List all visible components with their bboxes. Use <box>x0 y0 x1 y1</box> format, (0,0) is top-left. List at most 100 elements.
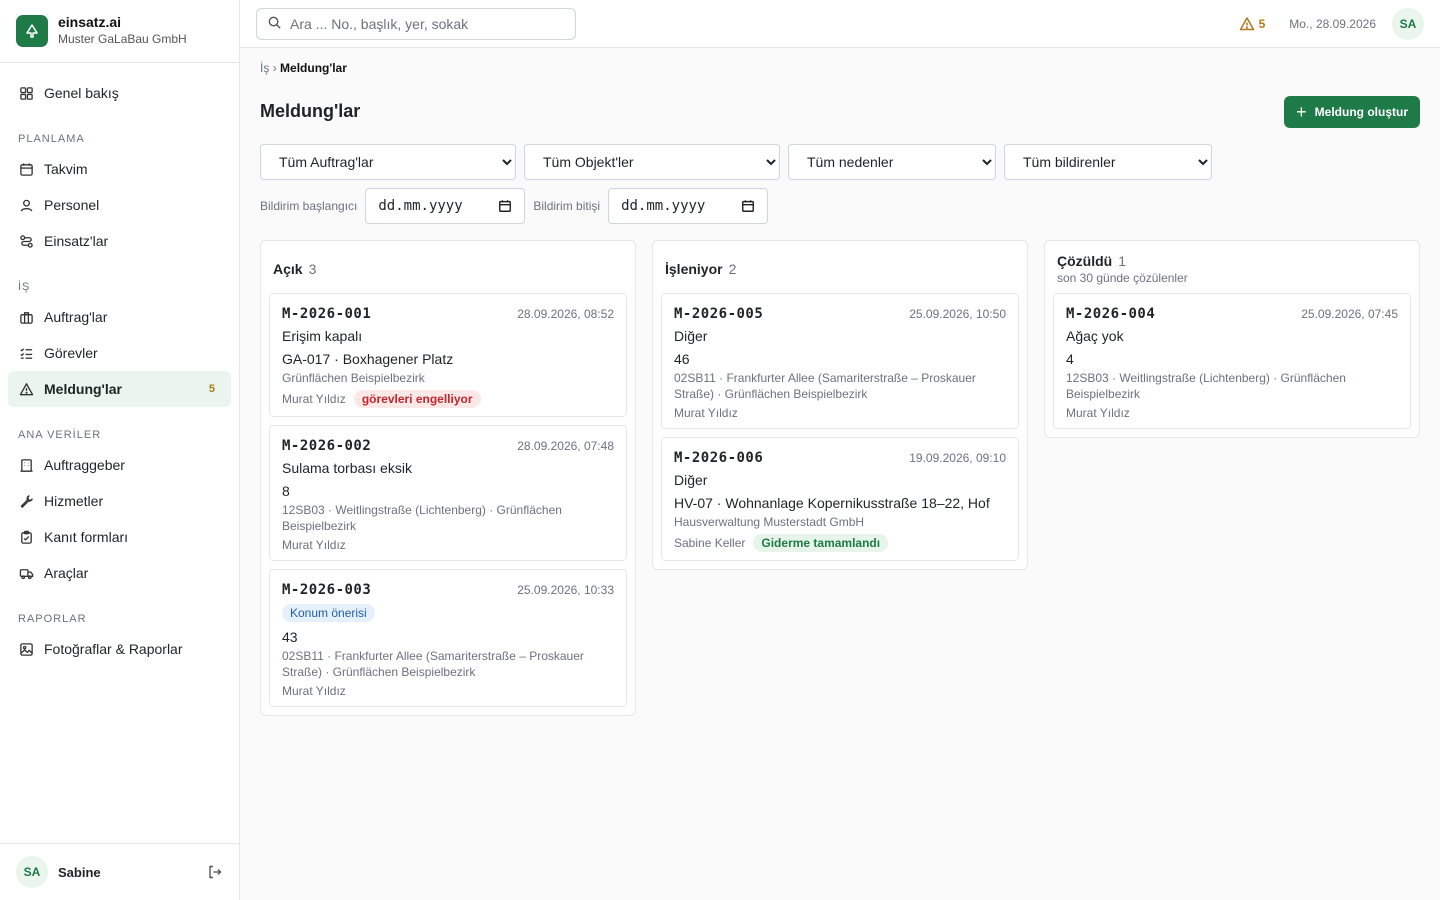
sidebar-item-services[interactable]: Hizmetler <box>8 483 231 519</box>
sidebar-item-label: Fotoğraflar & Raporlar <box>44 641 183 657</box>
reporter-filter[interactable]: Tüm bildirenler <box>1004 144 1212 180</box>
topbar: 5 Mo., 28.09.2026 SA <box>240 0 1440 48</box>
filter-bar: Tüm Auftrag'lar Tüm Objekt'ler Tüm neden… <box>260 144 1220 180</box>
column-open: Açık 3 M-2026-001 28.09.2026, 08:52 Erişim… <box>260 240 636 716</box>
sidebar-item-auftrag[interactable]: Auftrag'lar <box>8 299 231 335</box>
objekt-filter[interactable]: Tüm Objekt'ler <box>524 144 780 180</box>
sidebar-item-label: Genel bakış <box>44 85 119 101</box>
column-title: Çözüldü 1 <box>1057 253 1127 269</box>
card-id: M-2026-001 <box>282 306 372 322</box>
route-icon <box>18 233 34 249</box>
card-reporter: Murat Yıldız <box>674 406 738 420</box>
card-location: 12SB03 · Weitlingstraße (Lichtenberg) · … <box>1066 371 1346 401</box>
reason-filter[interactable]: Tüm nedenler <box>788 144 996 180</box>
sidebar-item-calendar[interactable]: Takvim <box>8 151 231 187</box>
sidebar-item-label: Kanıt formları <box>44 529 129 545</box>
card-id: M-2026-003 <box>282 582 372 598</box>
briefcase-icon <box>18 309 34 325</box>
meldung-card[interactable]: M-2026-003 25.09.2026, 10:33 Konum öneris… <box>269 569 627 707</box>
column-count: 2 <box>728 261 737 277</box>
sidebar-item-label: Görevler <box>44 345 98 361</box>
auftrag-filter[interactable]: Tüm Auftrag'lar <box>260 144 516 180</box>
card-reporter: Murat Yıldız <box>282 538 346 552</box>
page-title: Meldung'lar <box>260 101 361 121</box>
card-date: 25.09.2026, 07:45 <box>1301 307 1398 321</box>
sidebar-item-label: Auftrag'lar <box>44 309 108 325</box>
nav-section-planning: PLANLAMA <box>18 133 85 145</box>
card-location: 12SB03 · Weitlingstraße (Lichtenberg) · … <box>282 503 562 533</box>
meldung-card[interactable]: M-2026-004 25.09.2026, 07:45 Ağaç yok 4 1… <box>1053 293 1411 429</box>
topbar-avatar[interactable]: SA <box>1392 8 1424 40</box>
search-box[interactable] <box>256 8 576 40</box>
card-reporter: Murat Yıldız <box>282 392 346 406</box>
card-location: 02SB11 · Frankfurter Allee (Samariterstr… <box>674 371 976 401</box>
warnings-button[interactable]: 5 <box>1239 16 1266 32</box>
location-suggestion-badge: Konum önerisi <box>282 604 375 622</box>
sidebar-item-photos[interactable]: Fotoğraflar & Raporlar <box>8 631 231 667</box>
card-id: M-2026-002 <box>282 438 372 454</box>
main-content: İş › Meldung'lar Meldung'lar + Meldung o… <box>240 48 1440 900</box>
sidebar-item-label: Araçlar <box>44 565 89 581</box>
end-date-label: Bildirim bitişi <box>533 199 601 213</box>
sidebar-item-personnel[interactable]: Personel <box>8 187 231 223</box>
meldung-card[interactable]: M-2026-005 25.09.2026, 10:50 Diğer 46 02S… <box>661 293 1019 429</box>
card-reason: Diğer <box>674 472 708 488</box>
warning-count: 5 <box>1258 17 1266 31</box>
card-reason: Diğer <box>674 328 708 344</box>
meldung-card[interactable]: M-2026-002 28.09.2026, 07:48 Sulama torba… <box>269 425 627 561</box>
card-date: 28.09.2026, 08:52 <box>517 307 614 321</box>
card-reporter: Murat Yıldız <box>282 684 346 698</box>
sidebar-item-label: Auftraggeber <box>44 457 125 473</box>
card-location: Hausverwaltung Musterstadt GmbH <box>674 515 865 529</box>
blocking-tag: görevleri engelliyor <box>353 390 481 408</box>
sidebar-item-forms[interactable]: Kanıt formları <box>8 519 231 555</box>
sidebar-item-overview[interactable]: Genel bakış <box>8 75 231 111</box>
meldung-card[interactable]: M-2026-006 19.09.2026, 09:10 Diğer HV-07 … <box>661 437 1019 561</box>
sidebar-item-einsatz[interactable]: Einsatz'lar <box>8 223 231 259</box>
user-box: SA Sabine <box>0 843 239 900</box>
clipboard-icon <box>18 529 34 545</box>
nav-section-master: ANA VERİLER <box>18 429 102 441</box>
column-count: 3 <box>308 261 317 277</box>
card-date: 19.09.2026, 09:10 <box>909 451 1006 465</box>
breadcrumb-parent[interactable]: İş <box>260 61 269 75</box>
brand-name: einsatz.ai <box>58 14 122 30</box>
sidebar-item-vehicles[interactable]: Araçlar <box>8 555 231 591</box>
create-meldung-label: Meldung oluştur <box>1314 105 1408 119</box>
card-object: 46 <box>674 351 690 367</box>
sidebar-nav: Genel bakış PLANLAMA Takvim Personel Ein… <box>0 63 239 679</box>
end-date-input[interactable]: dd.mm.yyyy <box>608 188 769 224</box>
card-location: 02SB11 · Frankfurter Allee (Samariterstr… <box>282 649 584 679</box>
sidebar-item-label: Hizmetler <box>44 493 104 509</box>
card-object: GA-017 · Boxhagener Platz <box>282 351 454 367</box>
card-object: 8 <box>282 483 290 499</box>
card-location: Grünflächen Beispielbezirk <box>282 371 425 385</box>
current-date: Mo., 28.09.2026 <box>1289 17 1376 31</box>
column-count: 1 <box>1118 253 1127 269</box>
search-input[interactable] <box>290 16 560 32</box>
logout-icon[interactable] <box>207 864 223 880</box>
create-meldung-button[interactable]: + Meldung oluştur <box>1284 96 1420 128</box>
column-resolved: Çözüldü 1 son 30 günde çözülenler M-2026-… <box>1044 240 1420 438</box>
warning-icon <box>1239 17 1254 31</box>
nav-section-work: İŞ <box>18 281 31 293</box>
calendar-icon <box>499 200 512 212</box>
card-date: 25.09.2026, 10:33 <box>517 583 614 597</box>
breadcrumb-separator: › <box>272 61 277 75</box>
meldung-card[interactable]: M-2026-001 28.09.2026, 08:52 Erişim kapal… <box>269 293 627 417</box>
calendar-icon <box>18 161 34 177</box>
column-title: İşleniyor 2 <box>665 261 737 277</box>
card-reason: Sulama torbası eksik <box>282 460 412 476</box>
sidebar-item-tasks[interactable]: Görevler <box>8 335 231 371</box>
start-date-input[interactable]: dd.mm.yyyy <box>365 188 526 224</box>
sidebar-item-meldung[interactable]: Meldung'lar 5 <box>8 371 231 407</box>
card-reason: Erişim kapalı <box>282 328 363 344</box>
card-reporter: Sabine Keller <box>674 536 746 550</box>
brand-company: Muster GaLaBau GmbH <box>58 32 187 46</box>
user-name: Sabine <box>58 864 101 880</box>
image-icon <box>18 641 34 657</box>
brand-logo-icon <box>16 15 48 47</box>
sidebar-item-clients[interactable]: Auftraggeber <box>8 447 231 483</box>
user-avatar[interactable]: SA <box>16 856 48 888</box>
search-icon <box>267 15 282 33</box>
